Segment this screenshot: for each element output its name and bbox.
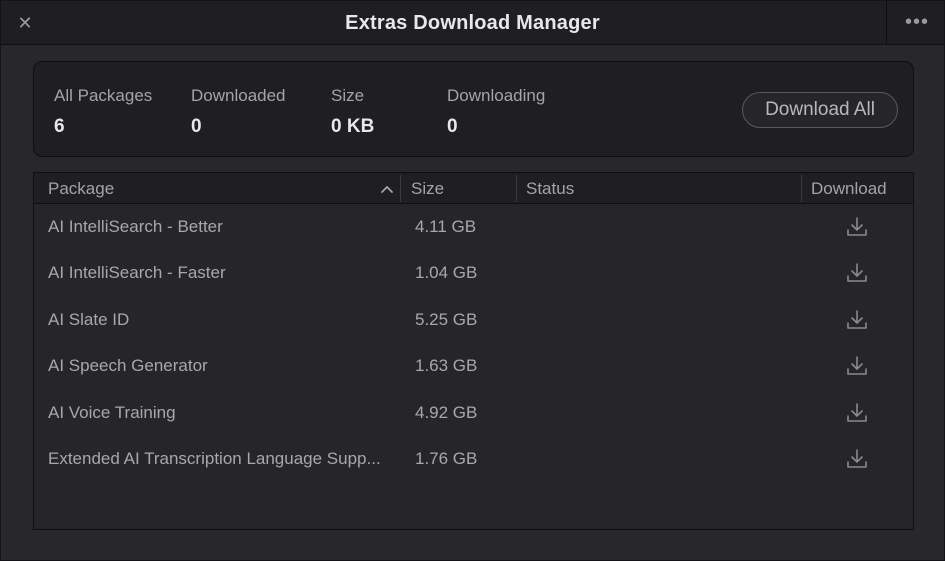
download-icon[interactable] bbox=[845, 215, 869, 239]
download-icon[interactable] bbox=[845, 401, 869, 425]
package-size: 4.11 GB bbox=[415, 217, 477, 236]
stat-size: Size 0 KB bbox=[331, 86, 374, 138]
package-name: AI Voice Training bbox=[48, 403, 176, 422]
column-header-download[interactable]: Download bbox=[811, 173, 887, 204]
stat-value: 0 bbox=[191, 116, 202, 137]
column-header-package[interactable]: Package bbox=[48, 173, 114, 204]
title-bar: ✕ Extras Download Manager ••• bbox=[1, 1, 944, 45]
package-name: AI IntelliSearch - Better bbox=[48, 217, 223, 236]
download-icon[interactable] bbox=[845, 447, 869, 471]
stat-label: Size bbox=[331, 86, 365, 105]
table-row[interactable]: Extended AI Transcription Language Supp.… bbox=[34, 436, 913, 482]
table-row[interactable]: AI IntelliSearch - Better 4.11 GB bbox=[34, 204, 913, 250]
summary-panel: All Packages 6 Downloaded 0 Size 0 KB Do… bbox=[33, 61, 914, 157]
table-row[interactable]: AI Speech Generator 1.63 GB bbox=[34, 343, 913, 389]
stat-downloading: Downloading 0 bbox=[447, 86, 545, 138]
column-divider[interactable] bbox=[400, 175, 401, 202]
stat-value: 0 bbox=[447, 116, 458, 137]
more-horizontal-icon[interactable]: ••• bbox=[899, 11, 935, 35]
stat-label: All Packages bbox=[54, 86, 153, 105]
extras-download-manager-window: ✕ Extras Download Manager ••• All Packag… bbox=[0, 0, 945, 561]
column-header-size[interactable]: Size bbox=[411, 173, 444, 204]
stat-downloaded: Downloaded 0 bbox=[191, 86, 286, 138]
download-icon[interactable] bbox=[845, 308, 869, 332]
package-size: 1.76 GB bbox=[415, 449, 478, 468]
table-row[interactable]: AI Voice Training 4.92 GB bbox=[34, 390, 913, 436]
table-row[interactable]: AI IntelliSearch - Faster 1.04 GB bbox=[34, 250, 913, 296]
window-title: Extras Download Manager bbox=[345, 12, 600, 34]
package-name: AI Slate ID bbox=[48, 310, 130, 329]
column-divider[interactable] bbox=[801, 175, 802, 202]
packages-table: Package Size Status Download AI IntelliS… bbox=[33, 172, 914, 530]
package-name: AI IntelliSearch - Faster bbox=[48, 263, 226, 282]
download-all-button[interactable]: Download All bbox=[742, 92, 898, 128]
table-row[interactable]: AI Slate ID 5.25 GB bbox=[34, 297, 913, 343]
download-icon[interactable] bbox=[845, 354, 869, 378]
package-size: 5.25 GB bbox=[415, 310, 478, 329]
stat-value: 6 bbox=[54, 116, 65, 137]
stat-all-packages: All Packages 6 bbox=[54, 86, 152, 138]
column-header-status[interactable]: Status bbox=[526, 173, 574, 204]
stat-label: Downloaded bbox=[191, 86, 286, 105]
package-size: 4.92 GB bbox=[415, 403, 478, 422]
package-size: 1.63 GB bbox=[415, 356, 478, 375]
table-header: Package Size Status Download bbox=[34, 173, 913, 204]
package-size: 1.04 GB bbox=[415, 263, 478, 282]
chevron-up-icon[interactable] bbox=[379, 181, 395, 197]
package-name: Extended AI Transcription Language Supp.… bbox=[48, 449, 381, 468]
stat-label: Downloading bbox=[447, 86, 546, 105]
title-bar-divider bbox=[886, 1, 887, 45]
column-divider[interactable] bbox=[516, 175, 517, 202]
stat-value: 0 KB bbox=[331, 116, 375, 137]
package-name: AI Speech Generator bbox=[48, 356, 208, 375]
download-icon[interactable] bbox=[845, 261, 869, 285]
